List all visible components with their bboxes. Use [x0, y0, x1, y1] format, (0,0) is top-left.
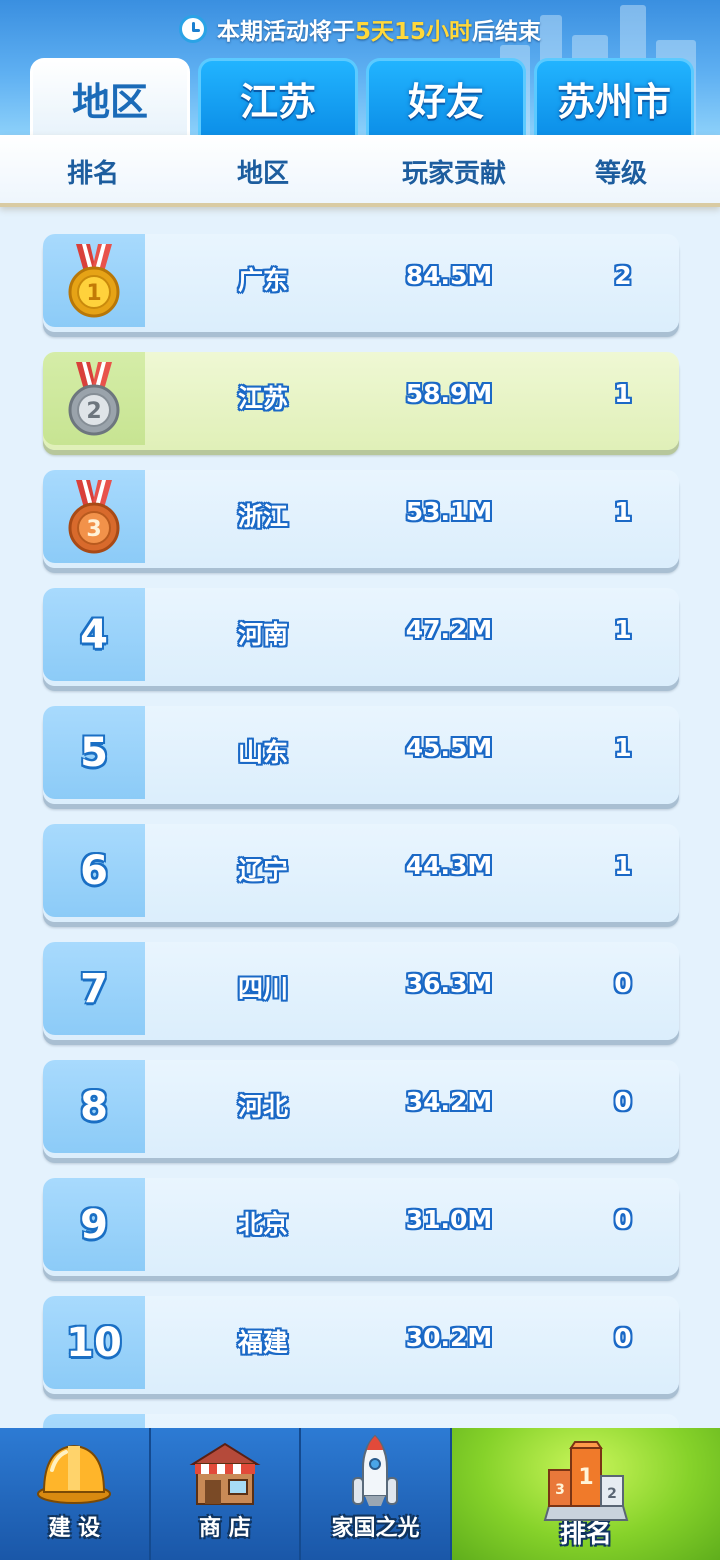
svg-text:2: 2 [607, 1486, 617, 1502]
column-rank: 排名 [66, 159, 119, 189]
top-banner: 本期活动将于 5天15小时 后结束 地区 江苏 好友 苏州市 [0, 0, 720, 135]
table-row: 7 四川 36.3M 0 [43, 942, 679, 1040]
table-row: 10 福建 30.2M 0 [43, 1296, 679, 1394]
rank-number: 8 [80, 1083, 108, 1130]
rank-number: 10 [66, 1319, 122, 1366]
rank-number: 6 [80, 847, 108, 894]
region-name: 山东 [237, 738, 288, 767]
hard-hat-icon [36, 1440, 112, 1510]
nav-shop[interactable]: 商 店 [150, 1428, 302, 1560]
table-row: 3 浙江 53.1M 1 [43, 470, 679, 568]
event-countdown: 本期活动将于 5天15小时 后结束 [0, 10, 720, 48]
tab-suzhou[interactable]: 苏州市 [534, 58, 694, 135]
tab-region[interactable]: 地区 [30, 58, 190, 135]
rank-cell: 4 [43, 588, 145, 681]
region-name: 辽宁 [237, 856, 288, 885]
table-row: 6 辽宁 44.3M 1 [43, 824, 679, 922]
rank-number: 9 [80, 1201, 108, 1248]
rank-cell: 7 [43, 942, 145, 1035]
rank-cell: 6 [43, 824, 145, 917]
nav-ranking[interactable]: 1 2 3 排名 [451, 1428, 720, 1560]
podium-icon: 1 2 3 [541, 1440, 631, 1530]
table-row: 9 北京 31.0M 0 [43, 1178, 679, 1276]
region-name: 北京 [237, 1210, 288, 1239]
rank-cell: 3 [43, 470, 145, 563]
rank-cell: 1 [43, 234, 145, 327]
level-value: 1 [614, 497, 632, 526]
contribution-value: 47.2M [405, 615, 493, 644]
region-name: 浙江 [237, 502, 288, 531]
nav-build[interactable]: 建 设 [0, 1428, 151, 1560]
gold-medal-icon: 1 [66, 243, 122, 318]
table-row-partial [43, 1414, 679, 1428]
contribution-value: 84.5M [405, 261, 493, 290]
rocket-icon [345, 1434, 405, 1520]
nav-shop-label: 商 店 [199, 1516, 251, 1541]
svg-text:3: 3 [86, 517, 101, 542]
region-name: 福建 [237, 1328, 288, 1357]
column-contribution: 玩家贡献 [401, 159, 506, 189]
region-name: 河南 [237, 620, 288, 649]
level-value: 1 [614, 733, 632, 762]
region-name: 河北 [237, 1092, 288, 1121]
rank-cell: 2 [43, 352, 145, 445]
table-row: 5 山东 45.5M 1 [43, 706, 679, 804]
level-value: 0 [614, 1087, 632, 1116]
level-value: 0 [614, 969, 632, 998]
rank-cell: 5 [43, 706, 145, 799]
region-name: 四川 [237, 974, 288, 1003]
contribution-value: 58.9M [405, 379, 493, 408]
table-row: 4 河南 47.2M 1 [43, 588, 679, 686]
rank-number: 7 [80, 965, 108, 1012]
contribution-value: 53.1M [405, 497, 493, 526]
rank-cell: 9 [43, 1178, 145, 1271]
countdown-suffix: 后结束 [472, 19, 541, 45]
contribution-value: 30.2M [405, 1323, 493, 1352]
rank-cell: 10 [43, 1296, 145, 1389]
table-row: 2 江苏 58.9M 1 [43, 352, 679, 450]
contribution-value: 45.5M [405, 733, 493, 762]
column-region: 地区 [236, 159, 289, 189]
contribution-value: 44.3M [405, 851, 493, 880]
region-name: 江苏 [237, 384, 288, 413]
table-row: 8 河北 34.2M 0 [43, 1060, 679, 1158]
contribution-value: 34.2M [405, 1087, 493, 1116]
svg-text:1: 1 [86, 281, 101, 306]
svg-text:3: 3 [555, 1482, 565, 1498]
svg-text:2: 2 [86, 399, 101, 424]
countdown-prefix: 本期活动将于 [216, 19, 355, 45]
rank-number: 5 [80, 729, 108, 776]
rank-number: 4 [80, 611, 108, 658]
nav-build-label: 建 设 [48, 1516, 101, 1541]
tab-jiangsu[interactable]: 江苏 [198, 58, 358, 135]
silver-medal-icon: 2 [66, 361, 122, 436]
level-value: 2 [614, 261, 632, 290]
contribution-value: 36.3M [405, 969, 493, 998]
svg-text:1: 1 [578, 1465, 593, 1490]
ranking-tabs: 地区 江苏 好友 苏州市 [30, 58, 695, 135]
level-value: 1 [614, 379, 632, 408]
ranking-list[interactable]: 1 广东 84.5M 2 2 江苏 58.9M 1 3 浙江 53.1M 1 4… [0, 210, 720, 1428]
level-value: 0 [614, 1323, 632, 1352]
region-name: 广东 [237, 266, 288, 295]
nav-glory[interactable]: 家国之光 [301, 1428, 452, 1560]
shop-icon [187, 1440, 263, 1514]
contribution-value: 31.0M [405, 1205, 493, 1234]
level-value: 0 [614, 1205, 632, 1234]
rank-cell: 8 [43, 1060, 145, 1153]
bronze-medal-icon: 3 [66, 479, 122, 554]
clock-icon [178, 15, 207, 43]
bottom-nav: 建 设 商 店 家国之光 1 2 3 排名 [0, 1428, 720, 1560]
countdown-time: 5天15小时 [354, 19, 472, 45]
level-value: 1 [614, 851, 632, 880]
level-value: 1 [614, 615, 632, 644]
rank-cell [43, 1414, 145, 1428]
tab-friends[interactable]: 好友 [366, 58, 526, 135]
table-row: 1 广东 84.5M 2 [43, 234, 679, 332]
column-header: 排名 地区 玩家贡献 等级 [0, 135, 720, 207]
column-level: 等级 [594, 159, 647, 189]
